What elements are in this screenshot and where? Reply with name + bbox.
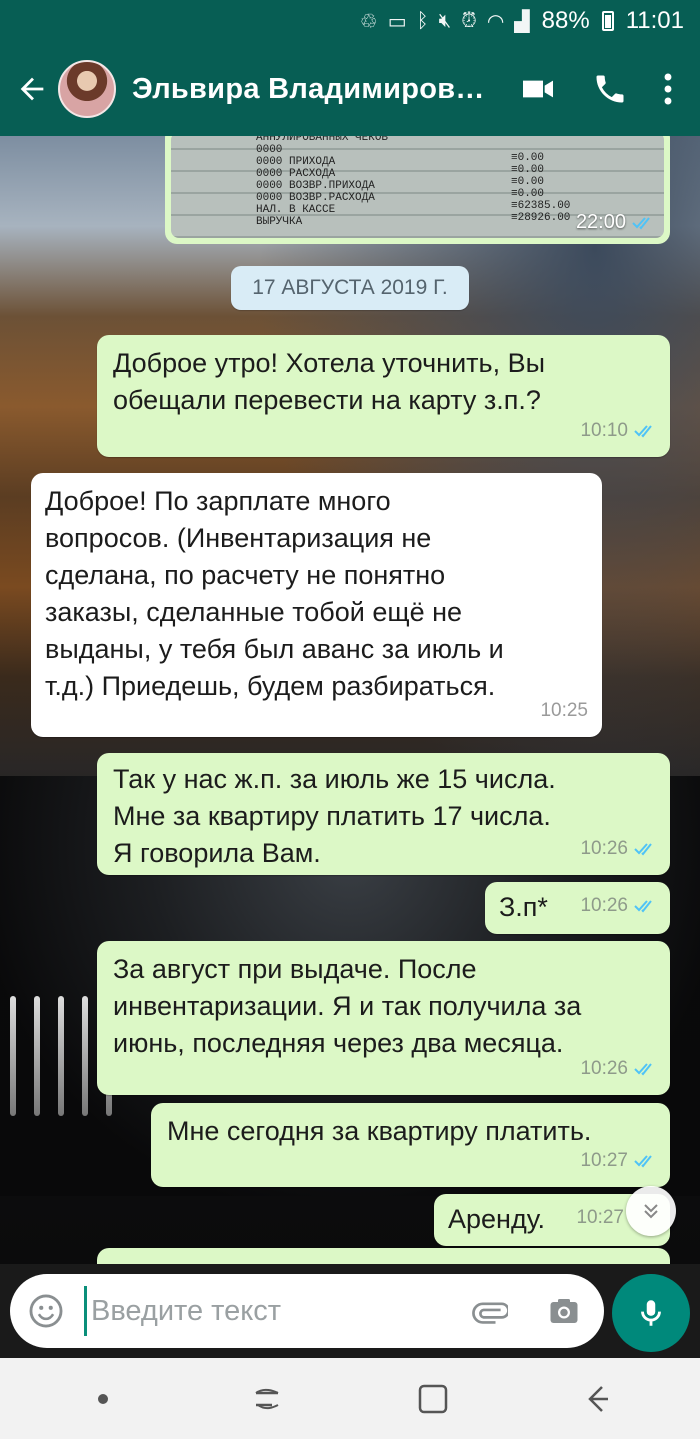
- message-text: За август при выдаче. После инвентаризац…: [113, 954, 582, 1058]
- outgoing-message[interactable]: Мне сегодня за квартиру платить. 10:27: [151, 1103, 670, 1187]
- message-time: 10:10: [580, 420, 628, 441]
- date-separator: 17 АВГУСТА 2019 Г.: [231, 266, 469, 310]
- message-meta: 10:26: [580, 830, 656, 867]
- more-options-icon[interactable]: [662, 71, 674, 107]
- emoji-icon[interactable]: [26, 1291, 66, 1331]
- clock: 11:01: [625, 7, 684, 34]
- message-text: Так у нас ж.п. за июль же 15 числа. Мне …: [113, 764, 556, 868]
- microphone-button[interactable]: [612, 1274, 690, 1352]
- system-nav-bar: [0, 1358, 700, 1439]
- message-meta: 10:10: [580, 412, 656, 449]
- recent-apps-icon[interactable]: [238, 1369, 298, 1429]
- message-meta: 10:25: [540, 692, 588, 729]
- message-meta: 22:00: [576, 211, 654, 234]
- outgoing-message[interactable]: Так у нас ж.п. за июль же 15 числа. Мне …: [97, 753, 670, 875]
- message-time: 10:26: [580, 838, 628, 859]
- back-arrow-icon[interactable]: [10, 67, 54, 111]
- nav-dot-icon[interactable]: [73, 1369, 133, 1429]
- message-time: 10:26: [580, 895, 628, 916]
- camera-icon[interactable]: [542, 1289, 586, 1333]
- attach-icon[interactable]: [468, 1289, 512, 1333]
- message-input-container: [10, 1274, 604, 1348]
- outgoing-message[interactable]: Доброе утро! Хотела уточнить, Вы обещали…: [97, 335, 670, 457]
- back-nav-icon[interactable]: [568, 1369, 628, 1429]
- signal-icon: ▟: [514, 10, 530, 33]
- status-icons: ♲ ▭ ᛒ 🔇︎ ⏰︎ ◠ ▟: [360, 9, 530, 34]
- message-time: 10:27: [580, 1150, 628, 1171]
- receipt-values: ≡0.00 ≡0.00 ≡0.00 ≡0.00 ≡62385.00 ≡28926…: [511, 152, 571, 224]
- double-check-icon: [634, 424, 652, 437]
- microphone-icon: [641, 1300, 661, 1326]
- chat-header: Эльвира Владимиров…: [0, 42, 700, 136]
- message-meta: 10:27: [576, 1199, 624, 1236]
- incoming-message[interactable]: Доброе! По зарплате много вопросов. (Инв…: [31, 473, 602, 737]
- message-text: Доброе! По зарплате много вопросов. (Инв…: [45, 486, 504, 701]
- cast-icon: ▭: [387, 10, 407, 33]
- battery-level: 88%: [541, 7, 590, 34]
- recycle-icon: ♲: [359, 10, 378, 33]
- double-check-icon: [634, 1154, 652, 1167]
- message-time: 22:00: [575, 211, 626, 233]
- battery-icon: [601, 11, 614, 31]
- status-bar: ♲ ▭ ᛒ 🔇︎ ⏰︎ ◠ ▟ 88% 11:01: [0, 0, 700, 42]
- chat-area[interactable]: АННУЛИРОВАННЫХ ЧЕКОВ 0000 0000 ПРИХОДА 0…: [0, 136, 700, 1264]
- contact-name[interactable]: Эльвира Владимиров…: [132, 73, 482, 106]
- composer: [0, 1264, 700, 1358]
- message-text: Аренду.: [448, 1204, 546, 1234]
- message-time: 10:27: [576, 1207, 624, 1228]
- double-check-icon: [634, 899, 652, 912]
- mute-icon: 🔇︎: [438, 9, 452, 32]
- message-input[interactable]: [84, 1286, 468, 1336]
- double-check-icon: [634, 842, 652, 855]
- wifi-icon: ◠: [486, 10, 505, 33]
- home-icon[interactable]: [403, 1369, 463, 1429]
- message-time: 10:26: [580, 1058, 628, 1079]
- scroll-down-button[interactable]: [626, 1186, 676, 1236]
- message-meta: 10:26: [580, 887, 656, 924]
- alarm-icon: ⏰︎: [461, 9, 477, 32]
- message-meta: 10:26: [580, 1050, 656, 1087]
- avatar[interactable]: [58, 60, 116, 118]
- message-time: 10:25: [540, 700, 588, 721]
- outgoing-message-partial[interactable]: [97, 1248, 670, 1264]
- chevron-double-down-icon: [644, 1204, 658, 1219]
- message-text: Доброе утро! Хотела уточнить, Вы обещали…: [113, 348, 545, 415]
- bluetooth-icon: ᛒ: [416, 9, 429, 32]
- video-call-icon[interactable]: [518, 69, 558, 109]
- double-check-icon: [634, 1062, 652, 1075]
- image-message[interactable]: АННУЛИРОВАННЫХ ЧЕКОВ 0000 0000 ПРИХОДА 0…: [165, 136, 670, 244]
- message-meta: 10:27: [580, 1142, 656, 1179]
- receipt-text: АННУЛИРОВАННЫХ ЧЕКОВ 0000 0000 ПРИХОДА 0…: [256, 136, 389, 228]
- outgoing-message[interactable]: За август при выдаче. После инвентаризац…: [97, 941, 670, 1095]
- outgoing-message[interactable]: З.п* 10:26: [485, 882, 670, 934]
- phone-call-icon[interactable]: [592, 71, 628, 107]
- double-check-icon: [632, 216, 650, 229]
